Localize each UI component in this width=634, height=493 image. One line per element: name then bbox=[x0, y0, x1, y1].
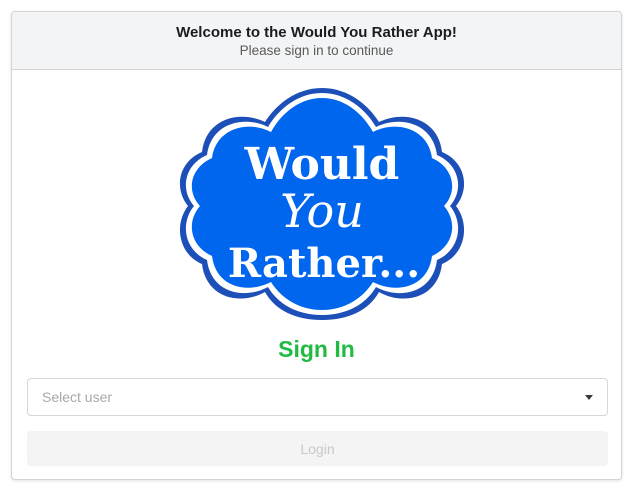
user-select-placeholder: Select user bbox=[42, 389, 113, 405]
logo-badge-graphic: Would You Rather... bbox=[179, 88, 465, 320]
signin-subtitle: Please sign in to continue bbox=[239, 43, 394, 58]
logo-text-would: Would bbox=[244, 139, 400, 190]
card-header: Welcome to the Would You Rather App! Ple… bbox=[12, 12, 621, 70]
welcome-title: Welcome to the Would You Rather App! bbox=[176, 24, 457, 41]
user-select-dropdown[interactable]: Select user bbox=[27, 378, 608, 416]
dropdown-caret-icon bbox=[585, 395, 593, 400]
login-button[interactable]: Login bbox=[27, 431, 608, 466]
signin-heading: Sign In bbox=[278, 336, 355, 362]
would-you-rather-logo: Would You Rather... bbox=[174, 84, 470, 324]
logo-text-rather: Rather... bbox=[228, 240, 420, 287]
logo-text-you: You bbox=[280, 184, 364, 238]
signin-card: Welcome to the Would You Rather App! Ple… bbox=[11, 11, 622, 480]
